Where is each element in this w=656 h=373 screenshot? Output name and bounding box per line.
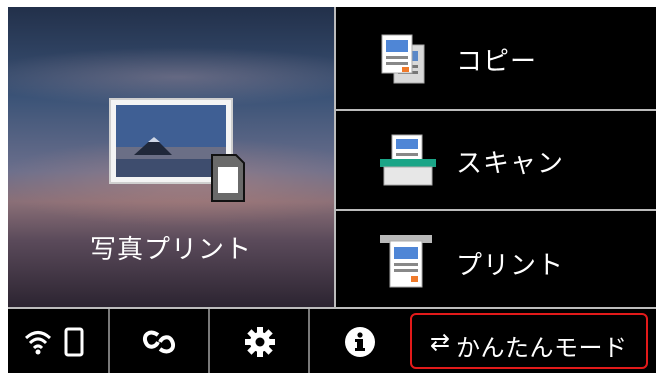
network-status-button[interactable]	[8, 309, 108, 373]
swap-arrows-icon: ⇄	[430, 328, 451, 356]
scan-icon	[380, 134, 436, 186]
photo-print-tile[interactable]: 写真プリント	[8, 7, 334, 307]
printer-home-screen: 写真プリント コピー スキャン プリント ⇄ かんたんモード	[8, 7, 656, 373]
print-label: プリント	[456, 251, 565, 281]
smartphone-icon	[64, 327, 84, 357]
wifi-icon	[24, 331, 52, 355]
easy-mode-label: かんたんモード	[456, 334, 628, 362]
print-tile[interactable]: プリント	[336, 211, 656, 307]
photo-print-icon	[109, 98, 245, 202]
easy-mode-button[interactable]: ⇄ かんたんモード	[410, 313, 648, 369]
gear-icon	[245, 327, 275, 357]
settings-button[interactable]	[210, 309, 308, 373]
info-button[interactable]	[310, 309, 408, 373]
wireless-connect-button[interactable]	[110, 309, 208, 373]
photo-print-label: 写真プリント	[89, 235, 252, 265]
print-icon	[380, 235, 432, 288]
wireless-link-icon	[143, 330, 175, 354]
scan-label: スキャン	[456, 149, 565, 179]
copy-label: コピー	[456, 47, 538, 77]
copy-icon	[381, 34, 425, 84]
info-icon	[345, 327, 375, 357]
copy-tile[interactable]: コピー	[336, 7, 656, 109]
scan-tile[interactable]: スキャン	[336, 111, 656, 207]
